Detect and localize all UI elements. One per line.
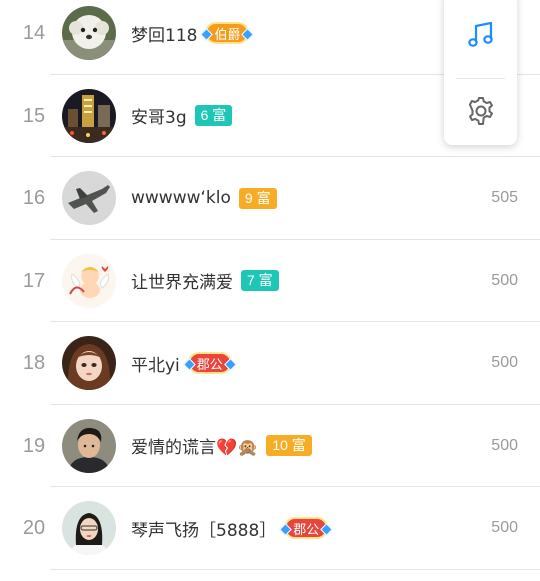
- user-name: wwwww‘klo: [131, 188, 231, 209]
- ranking-screen: 14 梦回118 伯爵 15 安哥3g 6 富 16 wwwww‘klo 9 富 505 17 让世界…: [0, 0, 540, 581]
- rank-number: 17: [22, 269, 46, 292]
- avatar[interactable]: [62, 253, 116, 308]
- avatar[interactable]: [62, 336, 116, 390]
- score-value: 500: [491, 436, 518, 454]
- avatar[interactable]: [62, 171, 116, 225]
- user-name: 梦回118: [131, 25, 198, 46]
- settings-button[interactable]: [444, 78, 517, 148]
- user-name: 琴声飞扬［5888］: [131, 520, 277, 541]
- gem-icon: [200, 27, 214, 41]
- noble-title-text: 郡公: [293, 522, 320, 538]
- user-info: 安哥3g 6 富: [131, 75, 233, 158]
- rank-number: 16: [22, 187, 46, 209]
- user-info: 爱情的谎言💔🙊 10 富: [131, 405, 312, 488]
- rank-number: 18: [22, 352, 46, 374]
- rank-number: 19: [22, 434, 46, 457]
- avatar[interactable]: [62, 6, 116, 60]
- ranking-row[interactable]: 17 让世界充满爱 7 富 500: [0, 240, 540, 323]
- score-value: 500: [491, 519, 518, 536]
- wealth-level-badge: 6 富: [194, 105, 233, 127]
- user-info: 让世界充满爱 7 富: [131, 240, 279, 323]
- ranking-row[interactable]: 16 wwwww‘klo 9 富 505: [0, 157, 540, 240]
- avatar[interactable]: [62, 418, 116, 473]
- gem-icon: [182, 357, 196, 371]
- user-info: 梦回118 伯爵: [131, 0, 255, 75]
- noble-title-badge: 郡公: [279, 517, 334, 540]
- ranking-row[interactable]: 19 爱情的谎言💔🙊 10 富 500: [0, 405, 540, 488]
- avatar[interactable]: [62, 501, 116, 555]
- noble-title-badge: 伯爵: [200, 22, 255, 45]
- avatar[interactable]: [62, 88, 116, 143]
- score-value: 500: [491, 354, 518, 371]
- wealth-level-badge: 7 富: [241, 270, 279, 292]
- noble-title-text: 郡公: [196, 357, 223, 373]
- ranking-row[interactable]: 20 琴声飞扬［5888］ 郡公 500: [0, 487, 540, 570]
- gear-icon: [465, 95, 497, 131]
- gem-icon: [223, 357, 237, 371]
- user-name: 让世界充满爱: [131, 273, 233, 294]
- user-info: wwwww‘klo 9 富: [131, 157, 277, 240]
- score-value: 505: [491, 189, 518, 206]
- ranking-row[interactable]: 18 平北yi 郡公 500: [0, 322, 540, 405]
- gem-icon: [241, 27, 255, 41]
- noble-title-text: 伯爵: [214, 27, 241, 43]
- rank-number: 14: [22, 22, 46, 44]
- floating-action-panel: [444, 0, 517, 145]
- user-name: 爱情的谎言💔🙊: [131, 438, 259, 459]
- rank-number: 20: [22, 517, 46, 539]
- user-info: 平北yi 郡公: [131, 322, 237, 405]
- wealth-level-badge: 9 富: [238, 187, 277, 209]
- music-button[interactable]: [444, 2, 517, 72]
- user-name: 平北yi: [131, 355, 180, 376]
- user-info: 琴声飞扬［5888］ 郡公: [131, 487, 334, 570]
- rank-number: 15: [22, 104, 46, 127]
- gem-icon: [279, 522, 293, 536]
- user-name: 安哥3g: [131, 108, 187, 129]
- music-note-icon: [466, 20, 496, 54]
- wealth-level-badge: 10 富: [266, 435, 312, 457]
- noble-title-badge: 郡公: [182, 352, 237, 375]
- score-value: 500: [491, 271, 518, 289]
- gem-icon: [320, 522, 334, 536]
